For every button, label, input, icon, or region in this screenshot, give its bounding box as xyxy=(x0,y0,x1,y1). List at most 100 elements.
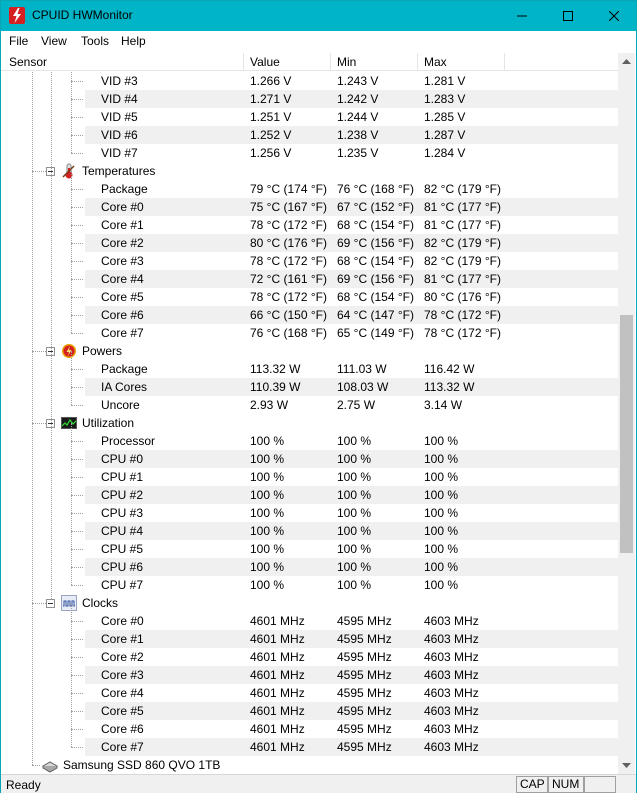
sensor-row[interactable]: CPU #1 100 % 100 % 100 % xyxy=(1,468,618,486)
sensor-row[interactable]: Core #0 75 °C (167 °F) 67 °C (152 °F) 81 °C… xyxy=(1,198,618,216)
sensor-value: 1.271 V xyxy=(250,92,292,106)
sensor-row[interactable]: VID #4 1.271 V 1.242 V 1.283 V xyxy=(1,90,618,108)
sensor-min: 67 °C (152 °F) xyxy=(337,200,414,214)
tree-connector xyxy=(71,693,83,694)
category-row[interactable]: Utilization xyxy=(1,414,618,432)
vertical-scrollbar[interactable] xyxy=(618,53,635,774)
sensor-row[interactable]: Uncore 2.93 W 2.75 W 3.14 W xyxy=(1,396,618,414)
sensor-row[interactable]: VID #3 1.266 V 1.243 V 1.281 V xyxy=(1,72,618,90)
sensor-row[interactable]: IA Cores 110.39 W 108.03 W 113.32 W xyxy=(1,378,618,396)
sensor-min: 2.75 W xyxy=(337,398,376,412)
scroll-down-arrow-icon[interactable] xyxy=(618,757,635,774)
menu-view[interactable]: View xyxy=(41,34,67,48)
sensor-row[interactable]: Core #5 78 °C (172 °F) 68 °C (154 °F) 80 °C… xyxy=(1,288,618,306)
sensor-value: 79 °C (174 °F) xyxy=(250,182,327,196)
sensor-row[interactable]: Package 79 °C (174 °F) 76 °C (168 °F) 82 °C… xyxy=(1,180,618,198)
sensor-value: 100 % xyxy=(250,452,285,466)
sensor-value: 72 °C (161 °F) xyxy=(250,272,327,286)
category-row[interactable]: Powers xyxy=(1,342,618,360)
tree-connector xyxy=(71,585,83,586)
tree-connector xyxy=(32,765,40,766)
sensor-row[interactable]: CPU #0 100 % 100 % 100 % xyxy=(1,450,618,468)
tree-connector xyxy=(71,117,83,118)
sensor-row[interactable]: Package 113.32 W 111.03 W 116.42 W xyxy=(1,360,618,378)
sensor-value: 4601 MHz xyxy=(250,650,305,664)
sensor-name: CPU #2 xyxy=(101,488,144,502)
sensor-row[interactable]: CPU #3 100 % 100 % 100 % xyxy=(1,504,618,522)
device-row[interactable]: Samsung SSD 860 QVO 1TB xyxy=(1,756,618,774)
sensor-row[interactable]: Core #5 4601 MHz 4595 MHz 4603 MHz xyxy=(1,702,618,720)
sensor-row[interactable]: CPU #6 100 % 100 % 100 % xyxy=(1,558,618,576)
clocks-icon xyxy=(61,595,77,611)
maximize-button[interactable] xyxy=(545,1,591,31)
sensor-row[interactable]: CPU #4 100 % 100 % 100 % xyxy=(1,522,618,540)
sensor-row[interactable]: CPU #2 100 % 100 % 100 % xyxy=(1,486,618,504)
sensor-max: 113.32 W xyxy=(424,380,475,394)
menu-file[interactable]: File xyxy=(9,34,28,48)
header-max[interactable]: Max xyxy=(418,53,505,71)
menu-help[interactable]: Help xyxy=(121,34,146,48)
scrollbar-thumb[interactable] xyxy=(620,315,633,553)
close-button[interactable] xyxy=(591,1,637,31)
sensor-name: CPU #3 xyxy=(101,506,144,520)
title-bar[interactable]: CPUID HWMonitor xyxy=(1,1,636,31)
sensor-min: 100 % xyxy=(337,488,372,502)
hwmonitor-window: CPUID HWMonitor File View Tools Help Sen… xyxy=(0,0,637,793)
sensor-value: 1.251 V xyxy=(250,110,292,124)
sensor-name: CPU #7 xyxy=(101,578,144,592)
menu-tools[interactable]: Tools xyxy=(81,34,109,48)
sensor-max: 3.14 W xyxy=(424,398,463,412)
category-row[interactable]: Temperatures xyxy=(1,162,618,180)
header-sensor[interactable]: Sensor xyxy=(1,53,244,71)
tree-connector xyxy=(71,153,83,154)
sensor-max: 78 °C (172 °F) xyxy=(424,326,501,340)
sensor-row[interactable]: Core #0 4601 MHz 4595 MHz 4603 MHz xyxy=(1,612,618,630)
sensor-name: Core #4 xyxy=(101,686,144,700)
sensor-min: 4595 MHz xyxy=(337,650,392,664)
sensor-name: VID #5 xyxy=(101,110,138,124)
tree-connector xyxy=(71,333,83,334)
sensor-value: 78 °C (172 °F) xyxy=(250,218,327,232)
sensor-value: 2.93 W xyxy=(250,398,289,412)
category-row[interactable]: Clocks xyxy=(1,594,618,612)
sensor-name: Core #6 xyxy=(101,722,144,736)
sensor-row[interactable]: CPU #5 100 % 100 % 100 % xyxy=(1,540,618,558)
sensor-row[interactable]: Core #1 78 °C (172 °F) 68 °C (154 °F) 81 °C… xyxy=(1,216,618,234)
sensor-row[interactable]: Core #6 66 °C (150 °F) 64 °C (147 °F) 78 °C… xyxy=(1,306,618,324)
sensor-name: CPU #0 xyxy=(101,452,144,466)
sensor-row[interactable]: Core #3 78 °C (172 °F) 68 °C (154 °F) 82 °C… xyxy=(1,252,618,270)
sensor-row[interactable]: Core #2 80 °C (176 °F) 69 °C (156 °F) 82 °C… xyxy=(1,234,618,252)
sensor-row[interactable]: Core #7 76 °C (168 °F) 65 °C (149 °F) 78 °C… xyxy=(1,324,618,342)
header-value[interactable]: Value xyxy=(244,53,331,71)
tree-connector xyxy=(71,549,83,550)
collapse-toggle-icon[interactable] xyxy=(46,599,55,608)
minimize-button[interactable] xyxy=(499,1,545,31)
sensor-row[interactable]: Core #2 4601 MHz 4595 MHz 4603 MHz xyxy=(1,648,618,666)
sensor-row[interactable]: VID #5 1.251 V 1.244 V 1.285 V xyxy=(1,108,618,126)
sensor-name: IA Cores xyxy=(101,380,148,394)
sensor-max: 100 % xyxy=(424,524,459,538)
sensor-row[interactable]: CPU #7 100 % 100 % 100 % xyxy=(1,576,618,594)
sensor-row[interactable]: VID #6 1.252 V 1.238 V 1.287 V xyxy=(1,126,618,144)
tree-connector xyxy=(71,243,83,244)
sensor-name: Core #2 xyxy=(101,650,144,664)
sensor-max: 4603 MHz xyxy=(424,740,479,754)
sensor-row[interactable]: Processor 100 % 100 % 100 % xyxy=(1,432,618,450)
sensor-row[interactable]: Core #1 4601 MHz 4595 MHz 4603 MHz xyxy=(1,630,618,648)
sensor-row[interactable]: VID #7 1.256 V 1.235 V 1.284 V xyxy=(1,144,618,162)
scroll-up-arrow-icon[interactable] xyxy=(618,53,635,70)
tree-connector xyxy=(71,405,83,406)
sensor-row[interactable]: Core #4 72 °C (161 °F) 69 °C (156 °F) 81 °C… xyxy=(1,270,618,288)
sensor-row[interactable]: Core #7 4601 MHz 4595 MHz 4603 MHz xyxy=(1,738,618,756)
sensor-max: 1.285 V xyxy=(424,110,466,124)
sensor-row[interactable]: Core #3 4601 MHz 4595 MHz 4603 MHz xyxy=(1,666,618,684)
sensor-max: 4603 MHz xyxy=(424,632,479,646)
sensor-value: 75 °C (167 °F) xyxy=(250,200,327,214)
sensor-row[interactable]: Core #4 4601 MHz 4595 MHz 4603 MHz xyxy=(1,684,618,702)
sensor-value: 76 °C (168 °F) xyxy=(250,326,327,340)
sensor-min: 4595 MHz xyxy=(337,740,392,754)
sensor-row[interactable]: Core #6 4601 MHz 4595 MHz 4603 MHz xyxy=(1,720,618,738)
tree-connector xyxy=(71,459,83,460)
header-min[interactable]: Min xyxy=(331,53,418,71)
sensor-min: 108.03 W xyxy=(337,380,389,394)
